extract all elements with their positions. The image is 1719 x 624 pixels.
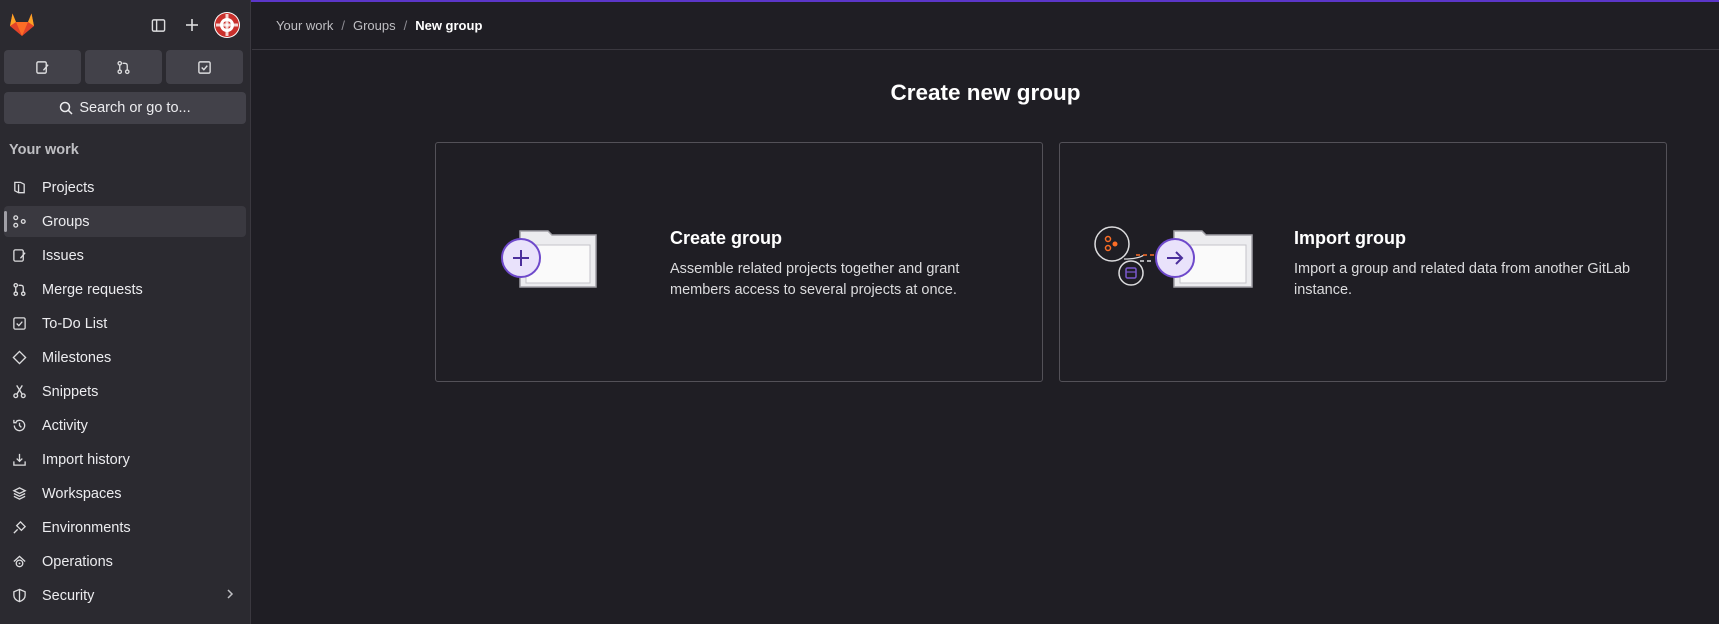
sidebar-item-label: Activity [42, 417, 88, 434]
sidebar-item-issues[interactable]: Issues [4, 240, 246, 271]
sidebar-item-snippets[interactable]: Snippets [4, 376, 246, 407]
sidebar-item-milestones[interactable]: Milestones [4, 342, 246, 373]
sidebar-item-activity[interactable]: Activity [4, 410, 246, 441]
sidebar-item-label: Environments [42, 519, 131, 536]
shield-icon [11, 588, 27, 604]
breadcrumb: Your work / Groups / New group [252, 2, 1719, 50]
sidebar: Search or go to... Your work Projects Gr… [0, 0, 251, 624]
card-title: Import group [1294, 228, 1406, 248]
sidebar-item-todo-list[interactable]: To-Do List [4, 308, 246, 339]
section-title: Your work [9, 142, 79, 158]
sidebar-item-operations[interactable]: Operations [4, 546, 246, 577]
page-title: Create new group [890, 80, 1081, 105]
sidebar-item-security[interactable]: Security [4, 580, 246, 611]
sidebar-toggle-icon[interactable] [146, 13, 170, 37]
import-group-illustration [1094, 225, 1256, 300]
sidebar-item-label: Issues [42, 247, 84, 264]
breadcrumb-new-group[interactable]: New group [415, 18, 482, 33]
project-icon [11, 180, 27, 196]
sidebar-counters [0, 50, 250, 84]
breadcrumb-groups[interactable]: Groups [353, 18, 396, 33]
sidebar-item-environments[interactable]: Environments [4, 512, 246, 543]
snippet-icon [11, 384, 27, 400]
sidebar-nav: Projects Groups Issues Merge requests To… [0, 172, 250, 611]
card-title: Create group [670, 228, 783, 248]
todo-icon [11, 316, 27, 332]
sidebar-item-label: Snippets [42, 383, 99, 400]
avatar[interactable] [214, 12, 240, 38]
card-description: Assemble related projects together and g… [670, 261, 960, 298]
todo-icon [198, 60, 211, 74]
sidebar-item-workspaces[interactable]: Workspaces [4, 478, 246, 509]
issues-icon [11, 248, 27, 264]
workspace-icon [11, 486, 27, 502]
card-description: Import a group and related data from ano… [1294, 261, 1631, 298]
create-group-card[interactable]: Create group Assemble related projects t… [435, 142, 1043, 382]
sidebar-item-label: Projects [42, 179, 95, 196]
breadcrumb-separator: / [341, 18, 345, 33]
breadcrumb-separator: / [403, 18, 408, 33]
sidebar-item-projects[interactable]: Projects [4, 172, 246, 203]
sidebar-item-label: Workspaces [42, 485, 122, 502]
sidebar-item-label: Operations [42, 553, 113, 570]
assigned-issues-button[interactable] [4, 50, 81, 84]
issues-icon [36, 60, 49, 74]
sidebar-item-merge-requests[interactable]: Merge requests [4, 274, 246, 305]
sidebar-item-label: Merge requests [42, 281, 143, 298]
sidebar-item-label: Import history [42, 451, 130, 468]
plus-icon[interactable] [180, 13, 204, 37]
sidebar-item-label: Security [42, 587, 95, 604]
import-icon [11, 452, 27, 468]
breadcrumb-your-work[interactable]: Your work [276, 18, 333, 33]
milestone-icon [11, 350, 27, 366]
search-icon [60, 101, 73, 115]
sidebar-item-groups[interactable]: Groups [4, 206, 246, 237]
merge-request-icon [117, 60, 130, 74]
search-label: Search or go to... [79, 100, 191, 116]
sidebar-item-label: Groups [42, 213, 90, 230]
search-button[interactable]: Search or go to... [4, 92, 246, 124]
operations-icon [11, 554, 27, 570]
merge-request-icon [11, 282, 27, 298]
todos-button[interactable] [166, 50, 243, 84]
sidebar-item-import-history[interactable]: Import history [4, 444, 246, 475]
gitlab-logo-icon[interactable] [8, 10, 36, 38]
environment-icon [11, 520, 27, 536]
sidebar-item-label: To-Do List [42, 315, 108, 332]
chevron-right-icon [224, 588, 236, 604]
import-group-card[interactable]: Import group Import a group and related … [1059, 142, 1667, 382]
sidebar-item-label: Milestones [42, 349, 112, 366]
sidebar-top-bar [0, 0, 250, 48]
group-icon [11, 214, 27, 230]
history-icon [11, 418, 27, 434]
create-group-illustration [500, 227, 604, 298]
merge-requests-button[interactable] [85, 50, 162, 84]
